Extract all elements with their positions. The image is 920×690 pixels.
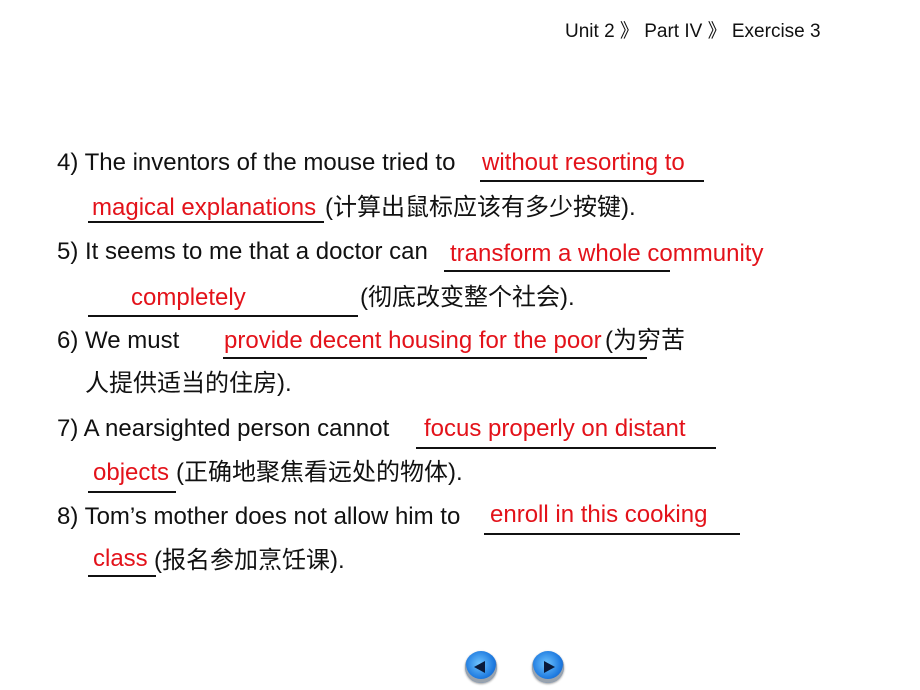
question-6-continued: 人提供适当的住房). <box>85 370 292 397</box>
question-6: 6) We must <box>57 327 180 354</box>
breadcrumb-separator: 》 <box>707 21 727 42</box>
breadcrumb: Unit 2 》 Part IV 》 Exercise 3 <box>565 16 821 43</box>
blank-5b <box>88 315 358 317</box>
question-7: 7) A nearsighted person cannot <box>57 415 390 442</box>
blank-5a <box>444 270 670 272</box>
breadcrumb-separator: 》 <box>619 21 639 42</box>
previous-button[interactable] <box>465 651 497 683</box>
answer-5a: transform a whole community <box>450 240 764 267</box>
answer-8a: enroll in this cooking <box>490 501 708 528</box>
question-4-continued: (计算出鼠标应该有多少按键). <box>325 194 636 221</box>
arrow-right-icon <box>544 661 555 673</box>
blank-7a <box>416 447 716 449</box>
question-7-continued: (正确地聚焦看远处的物体). <box>176 459 463 486</box>
question-5: 5) It seems to me that a doctor can <box>57 238 428 265</box>
next-button[interactable] <box>532 651 564 683</box>
question-8: 8) Tom’s mother does not allow him to <box>57 503 461 530</box>
breadcrumb-unit[interactable]: Unit 2 <box>565 21 615 42</box>
blank-7b <box>88 491 176 493</box>
answer-7a: focus properly on distant <box>424 415 686 442</box>
question-5-continued: (彻底改变整个社会). <box>360 284 575 311</box>
answer-6: provide decent housing for the poor <box>224 327 602 354</box>
arrow-left-icon <box>474 661 485 673</box>
blank-4a <box>480 180 704 182</box>
answer-5b: completely <box>131 284 246 311</box>
answer-7b: objects <box>93 459 170 486</box>
blank-8a <box>484 533 740 535</box>
question-6-tail: (为穷苦 <box>605 327 685 354</box>
breadcrumb-exercise: Exercise 3 <box>731 21 821 42</box>
answer-4a: without resorting to <box>482 149 685 176</box>
answer-8b: class <box>93 545 148 572</box>
blank-6 <box>223 357 647 359</box>
breadcrumb-part[interactable]: Part IV <box>644 21 702 42</box>
question-8-continued: (报名参加烹饪课). <box>154 547 345 574</box>
answer-4b: magical explanations <box>92 194 317 221</box>
blank-8b <box>88 575 156 577</box>
question-4: 4) The inventors of the mouse tried to <box>57 149 456 176</box>
